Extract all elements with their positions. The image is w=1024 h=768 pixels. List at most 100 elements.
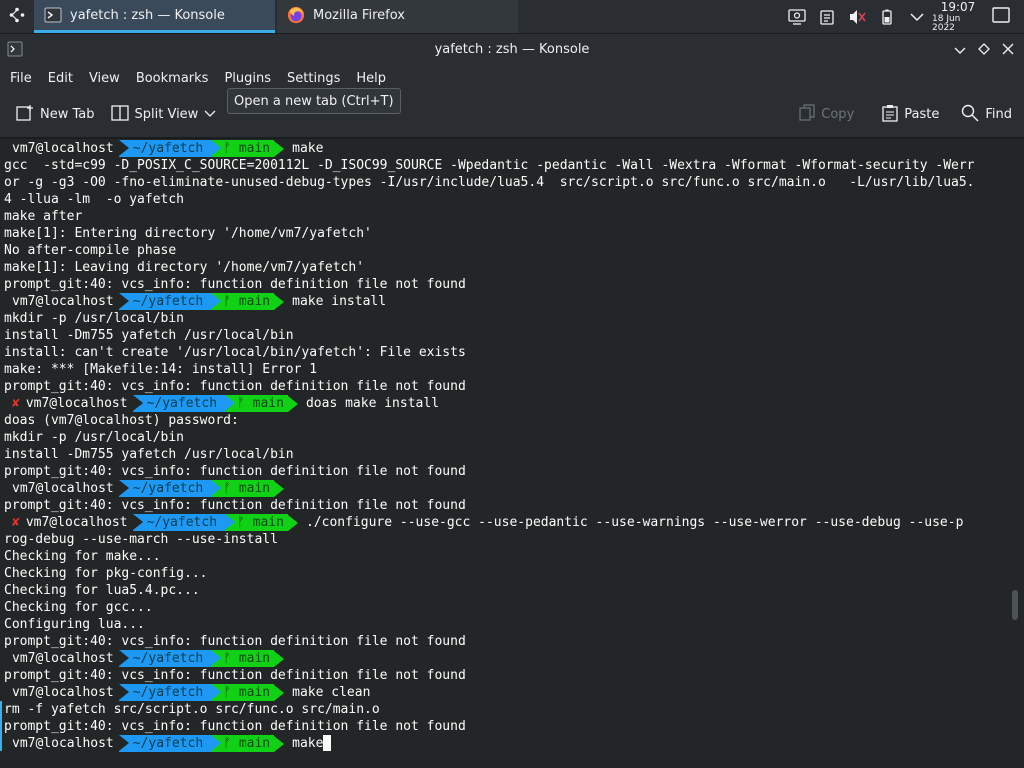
split-view-label: Split View: [134, 107, 199, 122]
terminal-line: make[1]: Leaving directory '/home/vm7/ya…: [4, 260, 365, 275]
firefox-icon: [287, 6, 305, 24]
clock-time: 19:07: [940, 0, 976, 14]
prompt-git-branch: ᚠ main: [225, 395, 288, 412]
prompt-user: vm7@localhost: [4, 140, 119, 157]
terminal-line: Checking for lua5.4.pc...: [4, 583, 200, 598]
prompt-separator: [274, 735, 285, 752]
prompt-separator: [132, 514, 143, 530]
close-button[interactable]: [998, 39, 1018, 59]
prompt-separator: [118, 735, 129, 751]
display-config-icon[interactable]: [782, 0, 812, 34]
terminal-line: No after-compile phase: [4, 243, 177, 258]
prompt-path: ~/yafetch: [118, 480, 212, 497]
konsole-window-icon[interactable]: [0, 41, 30, 57]
task-label: Mozilla Firefox: [313, 7, 405, 23]
prompt-separator: [118, 650, 129, 666]
error-mark-icon: ✘: [12, 515, 20, 530]
show-desktop-button[interactable]: [984, 0, 1018, 34]
prompt-user: vm7@localhost: [19, 395, 133, 412]
prompt-path: ~/yafetch: [118, 684, 212, 701]
prompt-separator: [211, 480, 222, 496]
terminal-line: gcc -std=c99 -D_POSIX_C_SOURCE=200112L -…: [4, 158, 975, 173]
prompt-user: vm7@localhost: [4, 480, 119, 497]
terminal-line: doas (vm7@localhost) password:: [4, 413, 239, 428]
copy-label: Copy: [821, 107, 855, 122]
show-desktop-icon: [992, 6, 1010, 27]
terminal-line: mkdir -p /usr/local/bin: [4, 430, 185, 445]
terminal-line: make: *** [Makefile:14: install] Error 1: [4, 362, 318, 377]
menu-bookmarks[interactable]: Bookmarks: [128, 64, 217, 92]
digital-clock[interactable]: 19:07 18 Jun 2022: [932, 1, 984, 33]
prompt-git-branch: ᚠ main: [211, 480, 275, 497]
menu-view[interactable]: View: [81, 64, 128, 92]
terminal-scrollbar[interactable]: [1012, 590, 1018, 620]
prompt-path: ~/yafetch: [118, 140, 212, 157]
prompt-user: vm7@localhost: [4, 735, 119, 752]
prompt-separator: [274, 480, 285, 497]
terminal-line: or -g -g3 -O0 -fno-eliminate-unused-debu…: [4, 175, 975, 190]
terminal-line: 4 -llua -lm -o yafetch: [4, 192, 185, 207]
terminal-line: mkdir -p /usr/local/bin: [4, 311, 185, 326]
battery-icon[interactable]: [872, 0, 902, 34]
paste-button[interactable]: Paste: [874, 98, 947, 132]
prompt-user: vm7@localhost: [4, 293, 119, 310]
shell-prompt: ✘ vm7@localhost ~/yafetch ᚠ main: [4, 514, 306, 531]
terminal-view[interactable]: vm7@localhost ~/yafetch ᚠ main make gcc -std…: [0, 139, 1024, 768]
window-controls: [950, 39, 1024, 59]
find-button[interactable]: Find: [953, 98, 1020, 132]
minimize-button[interactable]: [950, 39, 970, 59]
shell-prompt: vm7@localhost ~/yafetch ᚠ main: [4, 293, 292, 310]
shell-prompt: vm7@localhost ~/yafetch ᚠ main: [4, 140, 292, 157]
prompt-separator: [132, 395, 143, 411]
task-firefox[interactable]: Mozilla Firefox: [277, 0, 518, 33]
terminal-line: prompt_git:40: vcs_info: function defini…: [4, 379, 466, 394]
new-tab-button[interactable]: New Tab: [8, 98, 103, 132]
shell-prompt: vm7@localhost ~/yafetch ᚠ main: [4, 684, 292, 701]
volume-muted-icon[interactable]: [842, 0, 872, 34]
prompt-path: ~/yafetch: [132, 514, 226, 531]
prompt-git-branch: ᚠ main: [211, 650, 275, 667]
prompt-separator: [274, 293, 285, 310]
terminal-line: vm7@localhost ~/yafetch ᚠ main make install: [4, 293, 1020, 310]
top-panel: yafetch : zsh — Konsole Mozilla Firefox …: [0, 0, 1024, 34]
command-text: make clean: [292, 685, 371, 700]
terminal-line: rm -f yafetch src/script.o src/func.o sr…: [4, 702, 380, 717]
shell-prompt: vm7@localhost ~/yafetch ᚠ main: [4, 480, 292, 497]
prompt-separator: [118, 293, 129, 309]
terminal-line: vm7@localhost ~/yafetch ᚠ main: [4, 650, 1020, 667]
prompt-separator: [274, 684, 285, 701]
terminal-line: prompt_git:40: vcs_info: function defini…: [4, 668, 466, 683]
prompt-git-branch: ᚠ main: [211, 684, 275, 701]
prompt-path: ~/yafetch: [132, 395, 226, 412]
command-text: make: [292, 736, 324, 751]
app-launcher-button[interactable]: [0, 0, 34, 33]
prompt-separator: [287, 514, 298, 531]
copy-button[interactable]: Copy: [791, 98, 862, 132]
new-tab-label: New Tab: [40, 107, 95, 122]
close-icon: [1002, 40, 1014, 59]
prompt-separator: [211, 140, 222, 156]
prompt-git-branch: ᚠ main: [211, 293, 275, 310]
clipboard-icon[interactable]: [812, 0, 842, 34]
terminal-line: make after: [4, 209, 83, 224]
chevron-down-icon: [204, 107, 216, 122]
task-konsole[interactable]: yafetch : zsh — Konsole: [34, 0, 275, 33]
system-tray: 19:07 18 Jun 2022: [782, 0, 1024, 33]
clock-date: 18 Jun 2022: [932, 13, 961, 33]
split-view-button[interactable]: Split View: [103, 98, 225, 132]
prompt-separator: [211, 735, 222, 751]
new-tab-icon: [16, 104, 34, 126]
paste-icon: [882, 104, 898, 126]
prompt-separator: [211, 293, 222, 309]
prompt-separator: [118, 684, 129, 700]
menu-file[interactable]: File: [2, 64, 40, 92]
text-cursor: [323, 735, 332, 751]
maximize-button[interactable]: [974, 39, 994, 59]
prompt-separator: [118, 140, 129, 156]
terminal-line: prompt_git:40: vcs_info: function defini…: [4, 719, 466, 734]
tray-expand-chevron-icon[interactable]: [902, 0, 932, 34]
menu-edit[interactable]: Edit: [40, 64, 81, 92]
chevron-down-icon: [954, 40, 966, 59]
terminal-line: Configuring lua...: [4, 617, 145, 632]
terminal-line: Checking for make...: [4, 549, 161, 564]
